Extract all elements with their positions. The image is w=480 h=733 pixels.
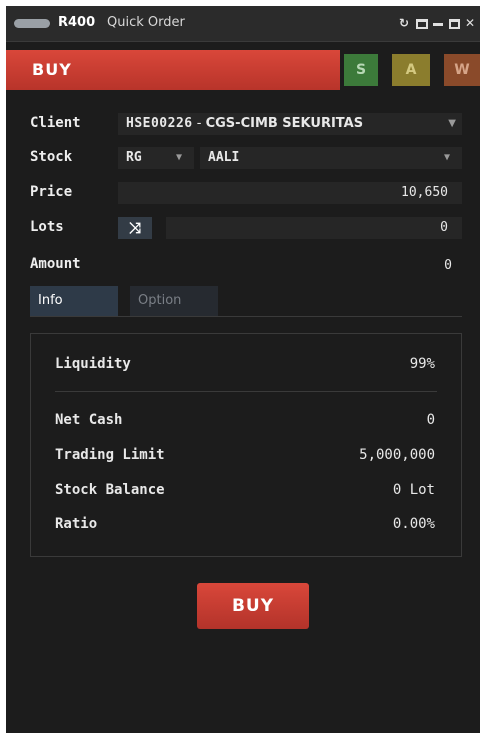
tabs-divider: [30, 316, 462, 317]
sell-side-button[interactable]: S: [344, 54, 378, 86]
client-code: HSE00226: [126, 116, 193, 131]
client-separator: -: [192, 116, 206, 131]
stock-value: AALI: [208, 150, 240, 165]
stock-balance-label: Stock Balance: [55, 482, 165, 498]
chevron-down-icon: ▼: [448, 118, 456, 129]
popout-icon[interactable]: [416, 19, 428, 29]
ratio-value: 0.00%: [392, 516, 435, 532]
net-cash-value: 0: [426, 412, 435, 428]
stock-label: Stock: [30, 149, 73, 165]
price-input[interactable]: 10,650: [118, 182, 462, 204]
stock-balance-value: 0 Lot: [392, 482, 435, 498]
liquidity-label: Liquidity: [55, 356, 131, 372]
app-name: R400: [58, 15, 96, 30]
withdraw-side-button[interactable]: W: [444, 54, 480, 86]
net-cash-label: Net Cash: [55, 412, 123, 428]
client-label: Client: [30, 115, 81, 131]
price-value: 10,650: [401, 185, 448, 200]
panel-divider: [55, 391, 437, 392]
quick-order-window: R400 Quick Order ↻ ✕ BUY S A W Client HS…: [6, 6, 480, 733]
board-select[interactable]: RG ▼: [118, 147, 194, 169]
price-label: Price: [30, 184, 73, 200]
lots-label: Lots: [30, 219, 64, 235]
trading-limit-value: 5,000,000: [359, 447, 435, 463]
order-side-bar: BUY S A W: [6, 50, 480, 90]
shuffle-icon[interactable]: ⤨: [118, 217, 152, 239]
lots-value: 0: [440, 220, 448, 235]
client-value: HSE00226 - CGS-CIMB SEKURITAS: [126, 113, 363, 135]
tab-option[interactable]: Option: [130, 286, 218, 316]
amend-side-button[interactable]: A: [392, 54, 430, 86]
stock-select[interactable]: AALI ▼: [200, 147, 462, 169]
buy-side-label: BUY: [32, 60, 72, 79]
tab-info[interactable]: Info: [30, 286, 118, 316]
info-panel: Liquidity 99% Net Cash 0 Trading Limit 5…: [30, 333, 462, 557]
trading-limit-label: Trading Limit: [55, 447, 165, 463]
maximize-icon[interactable]: [449, 19, 460, 29]
close-icon[interactable]: ✕: [465, 16, 475, 30]
client-name: CGS-CIMB SEKURITAS: [205, 116, 364, 131]
buy-side-tab[interactable]: BUY: [6, 50, 340, 90]
refresh-icon[interactable]: ↻: [399, 16, 409, 30]
chevron-down-icon: ▼: [443, 152, 450, 163]
buy-button[interactable]: BUY: [197, 583, 309, 629]
amount-value: 0: [444, 258, 452, 273]
liquidity-value: 99%: [409, 356, 435, 372]
ratio-label: Ratio: [55, 516, 98, 532]
window-title: Quick Order: [107, 15, 185, 30]
client-select[interactable]: HSE00226 - CGS-CIMB SEKURITAS ▼: [118, 113, 462, 135]
title-bar[interactable]: R400 Quick Order ↻ ✕: [6, 6, 480, 42]
chevron-down-icon: ▼: [175, 152, 182, 163]
board-value: RG: [126, 150, 142, 165]
drag-handle-icon[interactable]: [14, 19, 50, 28]
minimize-icon[interactable]: [433, 23, 443, 26]
amount-label: Amount: [30, 256, 81, 272]
lots-input[interactable]: 0: [166, 217, 462, 239]
